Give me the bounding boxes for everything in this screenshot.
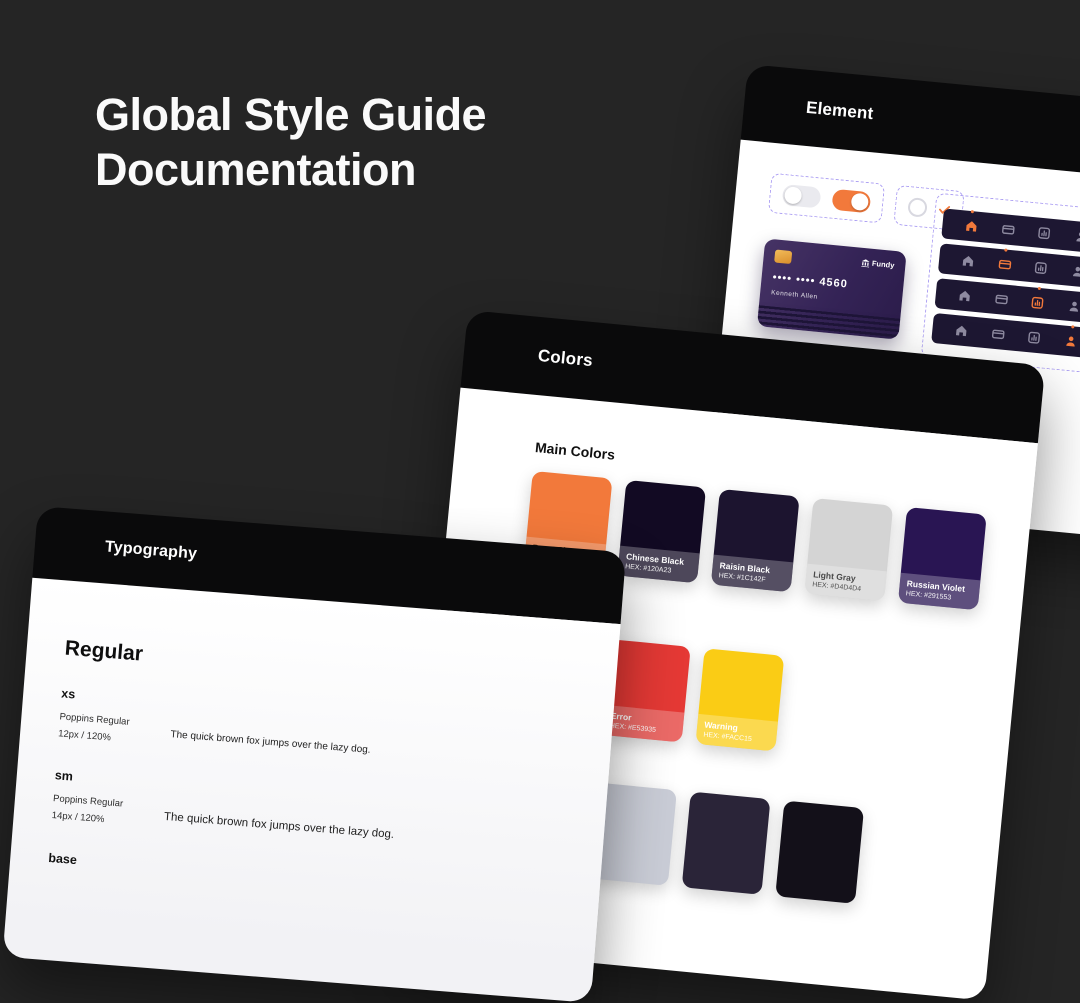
- home-icon[interactable]: [952, 322, 969, 339]
- type-style-block: xs Poppins Regular 12px / 120% The quick…: [58, 686, 573, 782]
- profile-icon[interactable]: [1066, 298, 1080, 315]
- stats-icon[interactable]: [1029, 294, 1046, 311]
- color-swatch: Raisin Black HEX: #1C142F: [711, 489, 800, 592]
- page-title: Global Style Guide Documentation: [95, 88, 486, 198]
- profile-icon[interactable]: [1062, 333, 1079, 350]
- bank-icon: [861, 258, 870, 267]
- color-swatch: [682, 792, 771, 895]
- element-panel-title: Element: [805, 98, 874, 124]
- page-title-line2: Documentation: [95, 143, 486, 198]
- partial-colors-row: [588, 783, 971, 915]
- wallet-icon[interactable]: [999, 221, 1016, 238]
- profile-icon[interactable]: [1072, 228, 1080, 245]
- wallet-icon[interactable]: [989, 325, 1006, 342]
- color-swatch: [775, 801, 864, 904]
- credit-card-dark: Fundy •••• •••• 4560 Kenneth Allen: [757, 238, 907, 339]
- stats-icon[interactable]: [1026, 329, 1043, 346]
- profile-icon[interactable]: [1069, 263, 1080, 280]
- radio-unchecked[interactable]: [907, 197, 928, 218]
- typography-panel-body: Regular xs Poppins Regular 12px / 120% T…: [3, 578, 621, 1003]
- card-chip: [774, 249, 792, 264]
- stats-icon[interactable]: [1036, 224, 1053, 241]
- toggle-off[interactable]: [782, 183, 822, 208]
- home-icon[interactable]: [956, 287, 973, 304]
- toggle-knob: [851, 192, 870, 211]
- card-brand-label: Fundy: [872, 259, 895, 270]
- card-stripes: [757, 305, 900, 340]
- wallet-icon[interactable]: [996, 256, 1013, 273]
- page-title-line1: Global Style Guide: [95, 88, 486, 143]
- stats-icon[interactable]: [1032, 259, 1049, 276]
- color-swatch: Light Gray HEX: #D4D4D4: [804, 498, 893, 601]
- home-icon[interactable]: [959, 252, 976, 269]
- color-swatch: Chinese Black HEX: #120A23: [617, 480, 706, 583]
- home-icon[interactable]: [963, 217, 980, 234]
- colors-panel-title: Colors: [537, 346, 594, 371]
- toggle-knob: [784, 186, 803, 205]
- card-brand: Fundy: [861, 258, 895, 270]
- status-colors-row: Error HEX: #E53935 Warning HEX: #FACC15: [602, 639, 985, 771]
- type-style-block: sm Poppins Regular 14px / 120% The quick…: [51, 768, 566, 864]
- toggle-specimen-box: [768, 173, 885, 224]
- type-weight-heading: Regular: [64, 637, 576, 701]
- type-sample: The quick brown fox jumps over the lazy …: [164, 811, 395, 841]
- wallet-icon[interactable]: [992, 291, 1009, 308]
- color-swatch: Warning HEX: #FACC15: [695, 648, 784, 751]
- typography-panel: Typography Regular xs Poppins Regular 12…: [3, 506, 627, 1003]
- typography-panel-title: Typography: [104, 538, 198, 563]
- bottom-nav-specimens: [921, 193, 1080, 375]
- toggle-on[interactable]: [831, 188, 871, 213]
- type-sample: The quick brown fox jumps over the lazy …: [170, 729, 371, 756]
- color-swatch: Russian Violet HEX: #291553: [898, 507, 987, 610]
